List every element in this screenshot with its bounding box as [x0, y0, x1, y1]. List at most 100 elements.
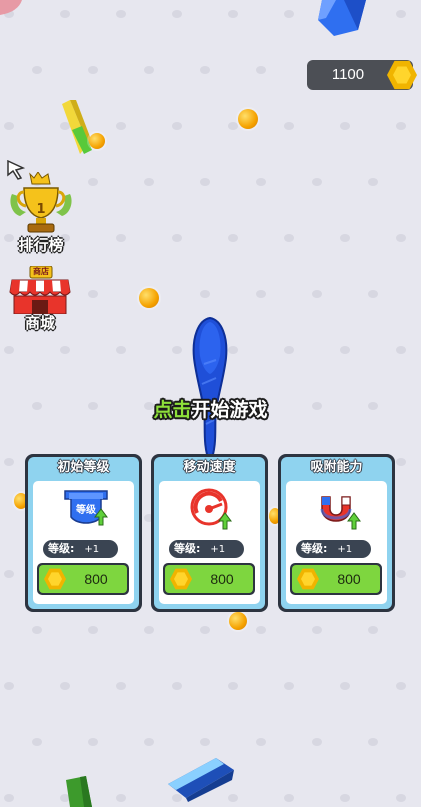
upgrade-level-label: 等级:	[174, 542, 201, 555]
background-dot	[200, 738, 210, 746]
level-shield-icon: 等级	[63, 487, 109, 531]
background-dot	[396, 234, 406, 242]
background-dot	[228, 682, 238, 690]
background-dot	[340, 794, 350, 802]
background-dot	[256, 290, 266, 298]
background-dot	[368, 178, 378, 186]
green-yellow-block-decoration	[62, 100, 92, 154]
leaderboard-rank: 1	[36, 202, 46, 217]
background-dot	[172, 122, 182, 130]
background-dot	[4, 570, 14, 578]
background-dot	[116, 346, 126, 354]
background-dot	[284, 682, 294, 690]
upgrade-card-title: 吸附能力	[310, 460, 363, 475]
coin-icon	[44, 568, 66, 590]
upgrade-level-indicator: 等级: +1	[43, 540, 118, 558]
coin-icon	[170, 568, 192, 590]
upgrade-level-indicator: 等级: +1	[169, 540, 244, 558]
coin-icon	[387, 60, 417, 90]
background-dot	[116, 10, 126, 18]
coin-balance-value: 1100	[331, 66, 365, 83]
background-dot	[88, 178, 98, 186]
coin-orb	[89, 133, 105, 149]
upgrade-price: 800	[210, 571, 234, 587]
background-dot	[312, 290, 322, 298]
start-hint-rest: 开始游戏	[191, 399, 268, 421]
background-dot	[116, 122, 126, 130]
upgrade-buy-button[interactable]: 800	[37, 563, 129, 595]
background-dot	[32, 738, 42, 746]
background-dot	[396, 346, 406, 354]
background-dot	[88, 626, 98, 634]
background-dot	[4, 794, 14, 802]
background-dot	[228, 122, 238, 130]
background-dot	[256, 178, 266, 186]
background-dot	[284, 346, 294, 354]
background-dot	[312, 178, 322, 186]
background-dot	[284, 10, 294, 18]
background-dot	[60, 682, 70, 690]
background-dot	[172, 682, 182, 690]
background-dot	[228, 234, 238, 242]
background-dot	[256, 66, 266, 74]
blue-gem-top-decoration	[318, 0, 366, 36]
coin-orb	[229, 612, 247, 630]
leaderboard-label: 排行榜	[18, 236, 64, 254]
background-dot	[4, 346, 14, 354]
background-dot	[340, 234, 350, 242]
background-dot	[88, 738, 98, 746]
background-dot	[312, 626, 322, 634]
background-dot	[396, 570, 406, 578]
upgrade-level-value: +1	[84, 544, 100, 555]
upgrade-level-label: 等级:	[48, 542, 75, 555]
background-dot	[144, 66, 154, 74]
pink-block-corner-decoration	[0, 0, 22, 15]
shop-button[interactable]: 商店 商城	[8, 266, 72, 332]
player-snake[interactable]	[186, 314, 234, 466]
background-dot	[144, 626, 154, 634]
shop-label: 商城	[24, 314, 55, 332]
background-dot	[116, 682, 126, 690]
background-dot	[228, 10, 238, 18]
coin-icon	[297, 568, 319, 590]
upgrade-card-magnet-power: 吸附能力 等级: +1 800	[278, 454, 395, 612]
upgrade-level-value: +1	[337, 544, 353, 555]
background-dot	[4, 458, 14, 466]
background-dot	[284, 794, 294, 802]
speedometer-icon	[189, 487, 235, 531]
background-dot	[172, 234, 182, 242]
background-dot	[60, 10, 70, 18]
coin-orb	[139, 288, 159, 308]
background-dot	[144, 178, 154, 186]
background-dot	[60, 346, 70, 354]
background-dot	[396, 122, 406, 130]
upgrade-price: 800	[337, 571, 361, 587]
upgrade-price: 800	[84, 571, 108, 587]
background-dot	[4, 682, 14, 690]
background-dot	[32, 66, 42, 74]
shop-sign-text: 商店	[33, 267, 49, 276]
background-dot	[368, 738, 378, 746]
background-dot	[116, 794, 126, 802]
background-dot	[4, 122, 14, 130]
background-dot	[396, 10, 406, 18]
background-dot	[368, 626, 378, 634]
background-dot	[200, 178, 210, 186]
blue-gem-bottom-decoration	[168, 758, 234, 802]
level-badge-text: 等级	[76, 505, 96, 516]
background-dot	[88, 66, 98, 74]
upgrade-buy-button[interactable]: 800	[163, 563, 255, 595]
background-dot	[396, 794, 406, 802]
upgrade-level-label: 等级:	[301, 542, 328, 555]
background-dot	[172, 10, 182, 18]
upgrade-level-value: +1	[210, 544, 226, 555]
background-dot	[116, 234, 126, 242]
upgrade-buy-button[interactable]: 800	[290, 563, 382, 595]
upgrade-card-title: 移动速度	[183, 460, 236, 475]
background-dot	[172, 346, 182, 354]
tap-to-start-hint[interactable]: 点击开始游戏	[0, 395, 421, 422]
leaderboard-button[interactable]: 1 排行榜	[6, 172, 76, 254]
background-dot	[200, 626, 210, 634]
coin-orb	[238, 109, 258, 129]
background-dot	[200, 290, 210, 298]
